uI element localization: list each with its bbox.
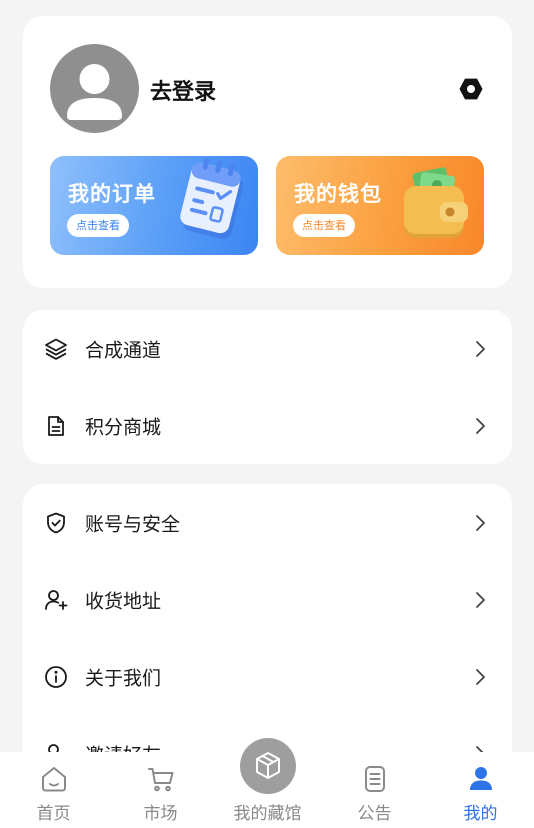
menu-item-synthesis[interactable]: 合成通道 xyxy=(23,310,512,387)
home-icon xyxy=(41,767,66,792)
user-plus-icon xyxy=(45,589,68,610)
menu-item-about-us[interactable]: 关于我们 xyxy=(23,638,512,715)
collection-bubble xyxy=(239,738,296,794)
chevron-right-icon xyxy=(476,514,485,531)
menu-item-label: 积分商城 xyxy=(85,416,162,438)
cart-icon xyxy=(147,768,173,792)
menu-item-points-mall[interactable]: 积分商城 xyxy=(23,387,512,464)
layers-icon xyxy=(45,338,67,360)
tab-market[interactable]: 市场 xyxy=(107,752,214,828)
bottom-tab-bar: 首页 市场 我的藏馆 公告 我的 xyxy=(0,738,534,828)
profile-card: 去登录 我的订单 点击查看 我的钱包 点击查看 xyxy=(23,16,512,288)
orders-promo-card[interactable]: 我的订单 点击查看 xyxy=(50,156,258,255)
tab-home[interactable]: 首页 xyxy=(0,752,107,828)
menu-item-account-security[interactable]: 账号与安全 xyxy=(23,484,512,561)
chevron-right-icon xyxy=(476,668,485,685)
shield-check-icon xyxy=(47,512,65,533)
tab-label: 市场 xyxy=(143,804,178,824)
chevron-right-icon xyxy=(476,591,485,608)
tab-notice[interactable]: 公告 xyxy=(321,752,428,828)
document-icon xyxy=(48,415,64,436)
login-link[interactable]: 去登录 xyxy=(150,74,216,106)
menu-item-label: 账号与安全 xyxy=(85,513,181,535)
tab-my-collection[interactable]: 我的藏馆 xyxy=(214,738,321,828)
user-avatar-icon[interactable] xyxy=(50,44,139,133)
tab-label: 我的藏馆 xyxy=(233,804,302,824)
wallet-promo-card[interactable]: 我的钱包 点击查看 xyxy=(276,156,484,255)
chevron-right-icon xyxy=(476,340,485,357)
box-icon xyxy=(255,752,280,779)
menu-card-primary: 合成通道 积分商城 xyxy=(23,310,512,464)
tab-label: 首页 xyxy=(36,804,71,824)
clipboard-checklist-icon xyxy=(180,158,244,239)
wallet-icon xyxy=(404,167,468,238)
orders-view-button[interactable]: 点击查看 xyxy=(67,214,129,237)
hexagon-settings-icon[interactable] xyxy=(458,76,484,102)
wallet-view-button[interactable]: 点击查看 xyxy=(293,214,355,237)
menu-item-label: 合成通道 xyxy=(85,339,162,361)
tab-mine[interactable]: 我的 xyxy=(427,752,534,828)
wallet-promo-title: 我的钱包 xyxy=(294,182,382,206)
tab-label: 我的 xyxy=(463,804,498,824)
info-icon xyxy=(45,665,67,688)
orders-promo-title: 我的订单 xyxy=(68,182,156,206)
menu-item-shipping-address[interactable]: 收货地址 xyxy=(23,561,512,638)
tab-label: 公告 xyxy=(357,804,392,824)
user-icon xyxy=(469,767,492,790)
notice-icon xyxy=(364,766,385,792)
chevron-right-icon xyxy=(476,417,485,434)
menu-item-label: 收货地址 xyxy=(85,590,162,612)
menu-item-label: 关于我们 xyxy=(85,667,162,689)
